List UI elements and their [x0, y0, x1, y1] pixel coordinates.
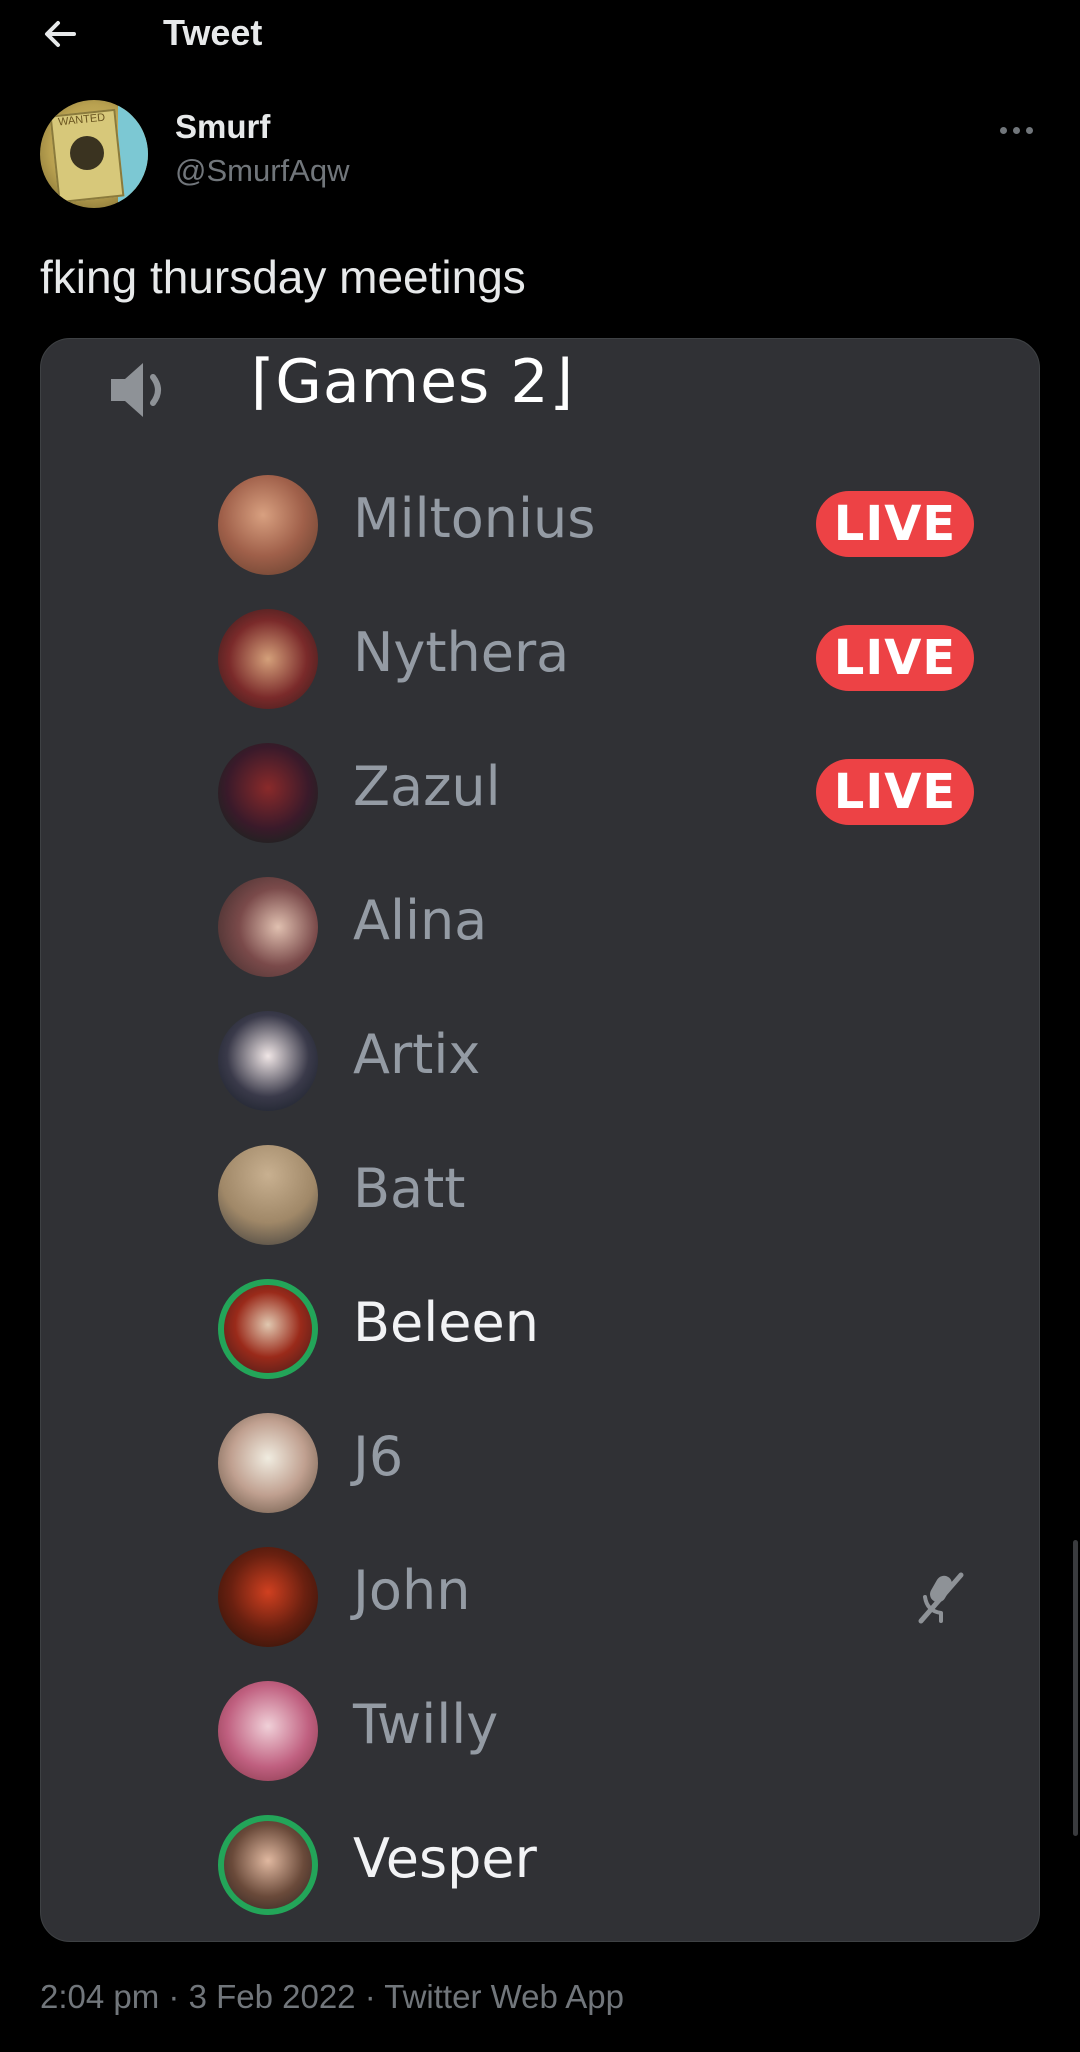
member-avatar[interactable] — [218, 1547, 318, 1647]
member-name: Alina — [353, 889, 488, 952]
voice-member-row[interactable]: Alina — [41, 877, 1039, 977]
member-avatar[interactable] — [218, 1681, 318, 1781]
voice-member-row[interactable]: Zazul LIVE — [41, 743, 1039, 843]
member-avatar[interactable] — [218, 1279, 318, 1379]
voice-member-row[interactable]: Nythera LIVE — [41, 609, 1039, 709]
voice-member-row[interactable]: Vesper — [41, 1815, 1039, 1915]
voice-channel-name: ⌈Games 2⌋ — [251, 347, 574, 417]
member-name: Twilly — [353, 1693, 499, 1756]
scrollbar[interactable] — [1073, 1540, 1078, 1836]
member-avatar[interactable] — [218, 609, 318, 709]
member-avatar[interactable] — [218, 877, 318, 977]
top-bar: Tweet — [0, 0, 1080, 68]
member-avatar[interactable] — [218, 1815, 318, 1915]
member-name: Miltonius — [353, 487, 596, 550]
back-arrow-icon[interactable] — [40, 14, 80, 54]
member-name: Artix — [353, 1023, 481, 1086]
member-avatar[interactable] — [218, 1011, 318, 1111]
member-name: John — [353, 1559, 471, 1622]
page-title: Tweet — [163, 12, 263, 53]
voice-member-row[interactable]: J6 — [41, 1413, 1039, 1513]
member-name: Zazul — [353, 755, 501, 818]
member-avatar[interactable] — [218, 1413, 318, 1513]
member-name: Beleen — [353, 1291, 539, 1354]
member-name: Vesper — [353, 1827, 537, 1890]
voice-member-row[interactable]: Beleen — [41, 1279, 1039, 1379]
member-name: Batt — [353, 1157, 466, 1220]
voice-member-row[interactable]: Artix — [41, 1011, 1039, 1111]
member-avatar[interactable] — [218, 475, 318, 575]
voice-member-row[interactable]: John — [41, 1547, 1039, 1647]
mic-muted-icon — [911, 1567, 971, 1627]
live-badge[interactable]: LIVE — [816, 759, 974, 825]
live-badge[interactable]: LIVE — [816, 625, 974, 691]
tweet-media-image[interactable]: ⌈Games 2⌋ Miltonius LIVE Nythera LIVE Zazul L… — [40, 338, 1040, 1942]
member-name: J6 — [353, 1425, 404, 1488]
tweet-timestamp: 2:04 pm · 3 Feb 2022 · Twitter Web App — [40, 1978, 624, 2015]
member-name: Nythera — [353, 621, 570, 684]
author-handle[interactable]: @SmurfAqw — [175, 153, 349, 189]
author-name[interactable]: Smurf — [175, 108, 270, 146]
member-avatar[interactable] — [218, 1145, 318, 1245]
speaker-icon — [107, 357, 179, 423]
more-options-icon[interactable] — [1000, 116, 1042, 144]
tweet-text: fking thursday meetings — [40, 251, 526, 303]
member-avatar[interactable] — [218, 743, 318, 843]
voice-member-row[interactable]: Miltonius LIVE — [41, 475, 1039, 575]
voice-member-row[interactable]: Batt — [41, 1145, 1039, 1245]
author-avatar[interactable]: WANTED — [40, 100, 148, 208]
live-badge[interactable]: LIVE — [816, 491, 974, 557]
voice-member-row[interactable]: Twilly — [41, 1681, 1039, 1781]
